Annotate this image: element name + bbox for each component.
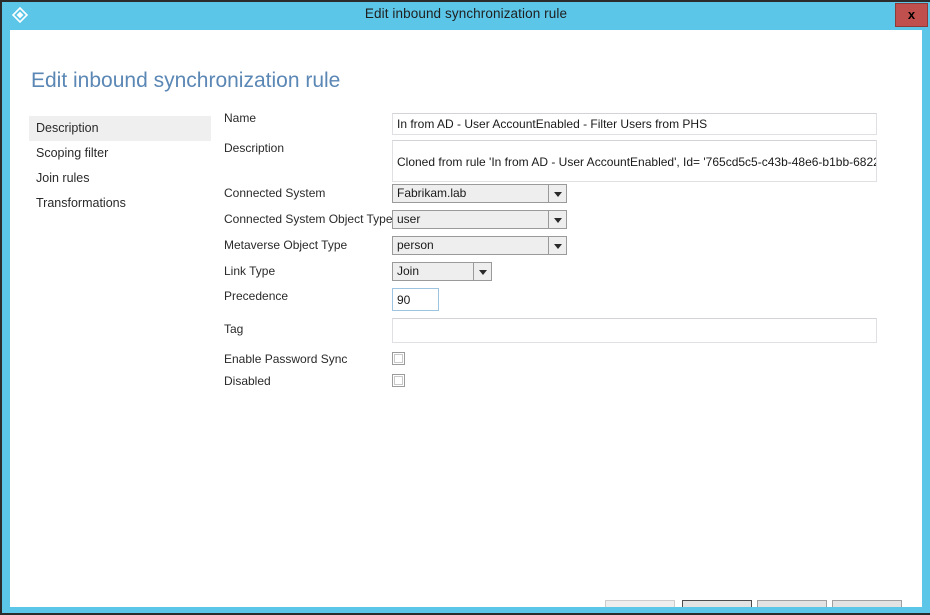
wizard-nav: Description Scoping filter Join rules Tr… <box>29 116 211 216</box>
link-type-label: Link Type <box>224 264 276 278</box>
chevron-down-icon[interactable] <box>548 185 566 202</box>
sidebar-item-scoping-filter[interactable]: Scoping filter <box>29 141 211 166</box>
page-title: Edit inbound synchronization rule <box>31 69 341 92</box>
connected-system-value: Fabrikam.lab <box>397 186 467 200</box>
tag-input[interactable] <box>392 318 877 343</box>
description-textarea[interactable]: Cloned from rule 'In from AD - User Acco… <box>392 140 877 182</box>
name-label: Name <box>224 111 257 125</box>
enable-password-sync-label: Enable Password Sync <box>224 352 348 366</box>
precedence-input[interactable] <box>392 288 439 311</box>
sidebar-item-description[interactable]: Description <box>29 116 211 141</box>
metaverse-object-type-label: Metaverse Object Type <box>224 238 348 252</box>
cancel-button[interactable]: Cancel <box>832 600 902 607</box>
chevron-down-icon[interactable] <box>473 263 491 280</box>
window-title: Edit inbound synchronization rule <box>364 6 568 21</box>
connected-system-object-type-dropdown[interactable]: user <box>392 210 567 229</box>
tag-label: Tag <box>224 322 244 336</box>
sidebar-item-label: Transformations <box>36 196 126 210</box>
chevron-down-icon[interactable] <box>548 237 566 254</box>
title-bar[interactable]: Edit inbound synchronization rule x <box>2 2 930 28</box>
sidebar-item-label: Description <box>36 121 99 135</box>
connected-system-object-type-value: user <box>397 212 421 226</box>
chevron-down-icon[interactable] <box>548 211 566 228</box>
link-type-value: Join <box>397 264 420 278</box>
sidebar-item-label: Join rules <box>36 171 90 185</box>
connected-system-dropdown[interactable]: Fabrikam.lab <box>392 184 567 203</box>
disabled-label: Disabled <box>224 374 271 388</box>
sidebar-item-label: Scoping filter <box>36 146 109 160</box>
dialog-client-area: Edit inbound synchronization rule Descri… <box>10 30 922 607</box>
dialog-window: Edit inbound synchronization rule x Edit… <box>0 0 930 615</box>
connected-system-label: Connected System <box>224 186 326 200</box>
sidebar-item-transformations[interactable]: Transformations <box>29 191 211 216</box>
previous-button[interactable]: < Previous <box>605 600 675 607</box>
save-button[interactable]: Save <box>757 600 827 607</box>
precedence-label: Precedence <box>224 289 289 303</box>
name-input[interactable] <box>392 113 877 135</box>
link-type-dropdown[interactable]: Join <box>392 262 492 281</box>
enable-password-sync-checkbox[interactable] <box>392 352 405 365</box>
metaverse-object-type-dropdown[interactable]: person <box>392 236 567 255</box>
disabled-checkbox[interactable] <box>392 374 405 387</box>
next-button[interactable]: Next > <box>682 600 752 607</box>
close-button[interactable]: x <box>895 3 928 27</box>
description-label: Description <box>224 141 285 155</box>
sidebar-item-join-rules[interactable]: Join rules <box>29 166 211 191</box>
metaverse-object-type-value: person <box>397 238 434 252</box>
connected-system-object-type-label: Connected System Object Type <box>224 212 393 226</box>
